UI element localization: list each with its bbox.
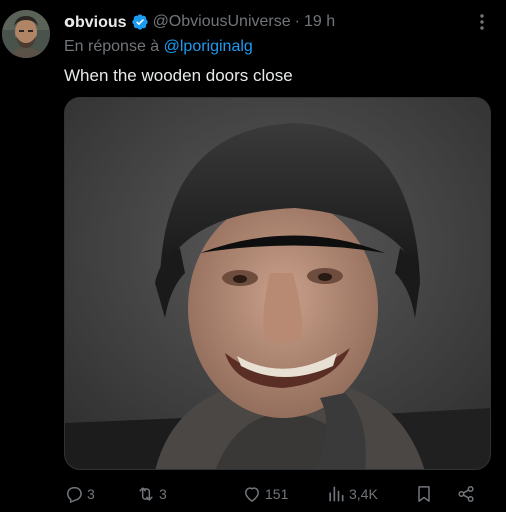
share-button[interactable]	[456, 482, 476, 506]
tweet[interactable]: 𝗼bvious @ObviousUniverse · 19 h En répon…	[0, 0, 506, 512]
timestamp[interactable]: 19 h	[304, 13, 335, 31]
tweet-text: When the wooden doors close	[64, 66, 293, 85]
verified-badge-icon[interactable]	[131, 13, 149, 31]
repost-button[interactable]: 3	[136, 482, 167, 506]
separator-dot: ·	[294, 13, 300, 30]
tweet-header: 𝗼bvious @ObviousUniverse · 19 h	[64, 12, 335, 32]
reply-icon	[64, 484, 84, 504]
reply-button[interactable]: 3	[64, 482, 95, 506]
repost-icon	[136, 484, 156, 504]
action-bar: 3 3 151 3,4K	[64, 482, 482, 506]
views-chart-icon	[326, 484, 346, 504]
views-button[interactable]: 3,4K	[326, 482, 378, 506]
reply-mention-link[interactable]: @lporiginalg	[164, 38, 253, 55]
display-name[interactable]: 𝗼bvious	[64, 12, 127, 32]
share-icon	[456, 484, 476, 504]
user-handle[interactable]: @ObviousUniverse	[153, 13, 291, 31]
repost-count: 3	[159, 486, 167, 502]
reply-prefix: En réponse à	[64, 38, 164, 55]
bookmark-button[interactable]	[414, 482, 434, 506]
tweet-media-image[interactable]	[64, 97, 491, 470]
reply-count: 3	[87, 486, 95, 502]
reply-context: En réponse à @lporiginalg	[64, 38, 253, 56]
avatar[interactable]	[2, 10, 50, 58]
like-count: 151	[265, 486, 289, 502]
heart-icon	[242, 484, 262, 504]
views-count: 3,4K	[349, 486, 378, 502]
more-dots-icon[interactable]	[472, 12, 492, 32]
bookmark-icon	[414, 484, 434, 504]
like-button[interactable]: 151	[242, 482, 288, 506]
